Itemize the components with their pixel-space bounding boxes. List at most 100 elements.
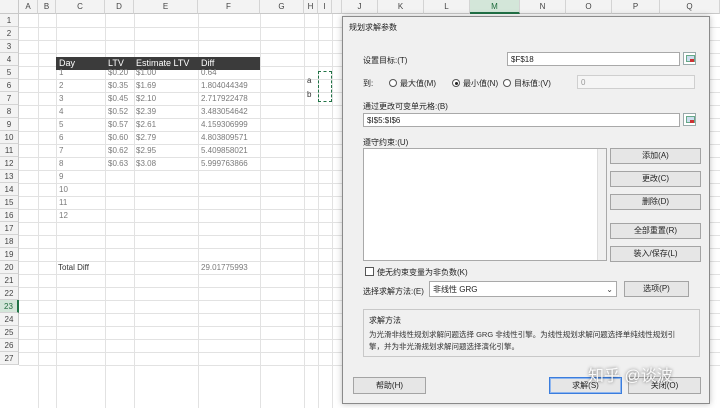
changing-cells-input[interactable]: $I$5:$I$6: [363, 113, 680, 127]
nonnegative-label[interactable]: 使无约束变量为非负数(K): [377, 267, 468, 278]
column-header-p[interactable]: P: [612, 0, 660, 14]
radio-value-label[interactable]: 目标值:(V): [514, 78, 551, 89]
column-header-a[interactable]: A: [19, 0, 38, 14]
column-header-c[interactable]: C: [56, 0, 105, 14]
row-header-11[interactable]: 11: [0, 144, 19, 157]
column-header-q[interactable]: Q: [660, 0, 720, 14]
row-header-14[interactable]: 14: [0, 183, 19, 196]
radio-min-label[interactable]: 最小值(N): [463, 78, 498, 89]
table-cell-est[interactable]: $2.10: [136, 92, 156, 105]
table-cell-ltv[interactable]: $0.45: [108, 92, 128, 105]
row-header-6[interactable]: 6: [0, 79, 19, 92]
table-cell-ltv[interactable]: $0.20: [108, 66, 128, 79]
table-cell-day[interactable]: 12: [59, 209, 68, 222]
table-cell-est[interactable]: $2.61: [136, 118, 156, 131]
row-header-1[interactable]: 1: [0, 14, 19, 27]
row-header-19[interactable]: 19: [0, 248, 19, 261]
column-header-l[interactable]: L: [424, 0, 470, 14]
table-cell-day[interactable]: 9: [59, 170, 63, 183]
column-header-m[interactable]: M: [470, 0, 520, 14]
radio-max-label[interactable]: 最大值(M): [400, 78, 436, 89]
table-cell-diff[interactable]: 4.159306999: [201, 118, 248, 131]
column-header-b[interactable]: B: [38, 0, 56, 14]
param-b-label[interactable]: b: [307, 88, 311, 101]
radio-value[interactable]: [503, 79, 511, 87]
row-header-7[interactable]: 7: [0, 92, 19, 105]
table-cell-diff[interactable]: 0.64: [201, 66, 217, 79]
range-selector-icon[interactable]: [683, 52, 696, 65]
table-cell-ltv[interactable]: $0.60: [108, 131, 128, 144]
row-header-12[interactable]: 12: [0, 157, 19, 170]
table-cell-day[interactable]: 4: [59, 105, 63, 118]
column-header-k[interactable]: K: [378, 0, 424, 14]
row-header-5[interactable]: 5: [0, 66, 19, 79]
row-header-8[interactable]: 8: [0, 105, 19, 118]
chevron-down-icon[interactable]: ⌄: [606, 284, 613, 295]
row-header-21[interactable]: 21: [0, 274, 19, 287]
select-all-corner[interactable]: [0, 0, 19, 14]
row-header-4[interactable]: 4: [0, 53, 19, 66]
total-diff-value[interactable]: 29.01775993: [201, 261, 248, 274]
method-select[interactable]: 非线性 GRG ⌄: [429, 281, 617, 297]
row-header-15[interactable]: 15: [0, 196, 19, 209]
constraints-scrollbar[interactable]: [597, 149, 606, 260]
table-cell-est[interactable]: $2.79: [136, 131, 156, 144]
value-of-input[interactable]: 0: [577, 75, 695, 89]
column-header-h[interactable]: H: [304, 0, 318, 14]
table-cell-day[interactable]: 7: [59, 144, 63, 157]
table-cell-est[interactable]: $2.39: [136, 105, 156, 118]
table-cell-ltv[interactable]: $0.52: [108, 105, 128, 118]
total-diff-label[interactable]: Total Diff: [58, 261, 89, 274]
table-cell-diff[interactable]: 4.803809571: [201, 131, 248, 144]
column-header-d[interactable]: D: [105, 0, 134, 14]
table-cell-diff[interactable]: 2.717922478: [201, 92, 248, 105]
row-header-17[interactable]: 17: [0, 222, 19, 235]
row-header-13[interactable]: 13: [0, 170, 19, 183]
options-button[interactable]: 选项(P): [624, 281, 689, 297]
column-header-j-partial[interactable]: [332, 0, 342, 14]
reset-all-button[interactable]: 全部重置(R): [610, 223, 701, 239]
table-cell-est[interactable]: $2.95: [136, 144, 156, 157]
change-button[interactable]: 更改(C): [610, 171, 701, 187]
column-header-n[interactable]: N: [520, 0, 566, 14]
row-header-3[interactable]: 3: [0, 40, 19, 53]
table-cell-est[interactable]: $3.08: [136, 157, 156, 170]
table-cell-ltv[interactable]: $0.62: [108, 144, 128, 157]
row-header-22[interactable]: 22: [0, 287, 19, 300]
row-header-18[interactable]: 18: [0, 235, 19, 248]
help-button[interactable]: 帮助(H): [353, 377, 426, 394]
table-cell-day[interactable]: 11: [59, 196, 67, 209]
row-header-27[interactable]: 27: [0, 352, 19, 365]
changing-cells-marquee[interactable]: [318, 71, 332, 102]
table-cell-day[interactable]: 8: [59, 157, 63, 170]
row-header-26[interactable]: 26: [0, 339, 19, 352]
radio-min[interactable]: [452, 79, 460, 87]
radio-max[interactable]: [389, 79, 397, 87]
row-header-2[interactable]: 2: [0, 27, 19, 40]
table-cell-ltv[interactable]: $0.57: [108, 118, 128, 131]
table-cell-est[interactable]: $1.00: [136, 66, 156, 79]
table-cell-ltv[interactable]: $0.63: [108, 157, 128, 170]
delete-button[interactable]: 删除(D): [610, 194, 701, 210]
range-selector-icon-2[interactable]: [683, 113, 696, 126]
table-cell-day[interactable]: 6: [59, 131, 63, 144]
table-cell-day[interactable]: 10: [59, 183, 68, 196]
table-cell-day[interactable]: 5: [59, 118, 63, 131]
table-cell-day[interactable]: 2: [59, 79, 63, 92]
column-header-j[interactable]: J: [342, 0, 378, 14]
row-header-20[interactable]: 20: [0, 261, 19, 274]
column-header-o[interactable]: O: [566, 0, 612, 14]
table-cell-day[interactable]: 1: [59, 66, 63, 79]
row-header-23[interactable]: 23: [0, 300, 19, 313]
table-cell-ltv[interactable]: $0.35: [108, 79, 128, 92]
row-header-25[interactable]: 25: [0, 326, 19, 339]
table-cell-day[interactable]: 3: [59, 92, 63, 105]
row-header-24[interactable]: 24: [0, 313, 19, 326]
load-save-button[interactable]: 装入/保存(L): [610, 246, 701, 262]
nonnegative-checkbox[interactable]: [365, 267, 374, 276]
column-header-e[interactable]: E: [134, 0, 198, 14]
table-cell-est[interactable]: $1.69: [136, 79, 156, 92]
table-cell-diff[interactable]: 3.483054642: [201, 105, 248, 118]
add-button[interactable]: 添加(A): [610, 148, 701, 164]
table-cell-diff[interactable]: 5.999763866: [201, 157, 248, 170]
